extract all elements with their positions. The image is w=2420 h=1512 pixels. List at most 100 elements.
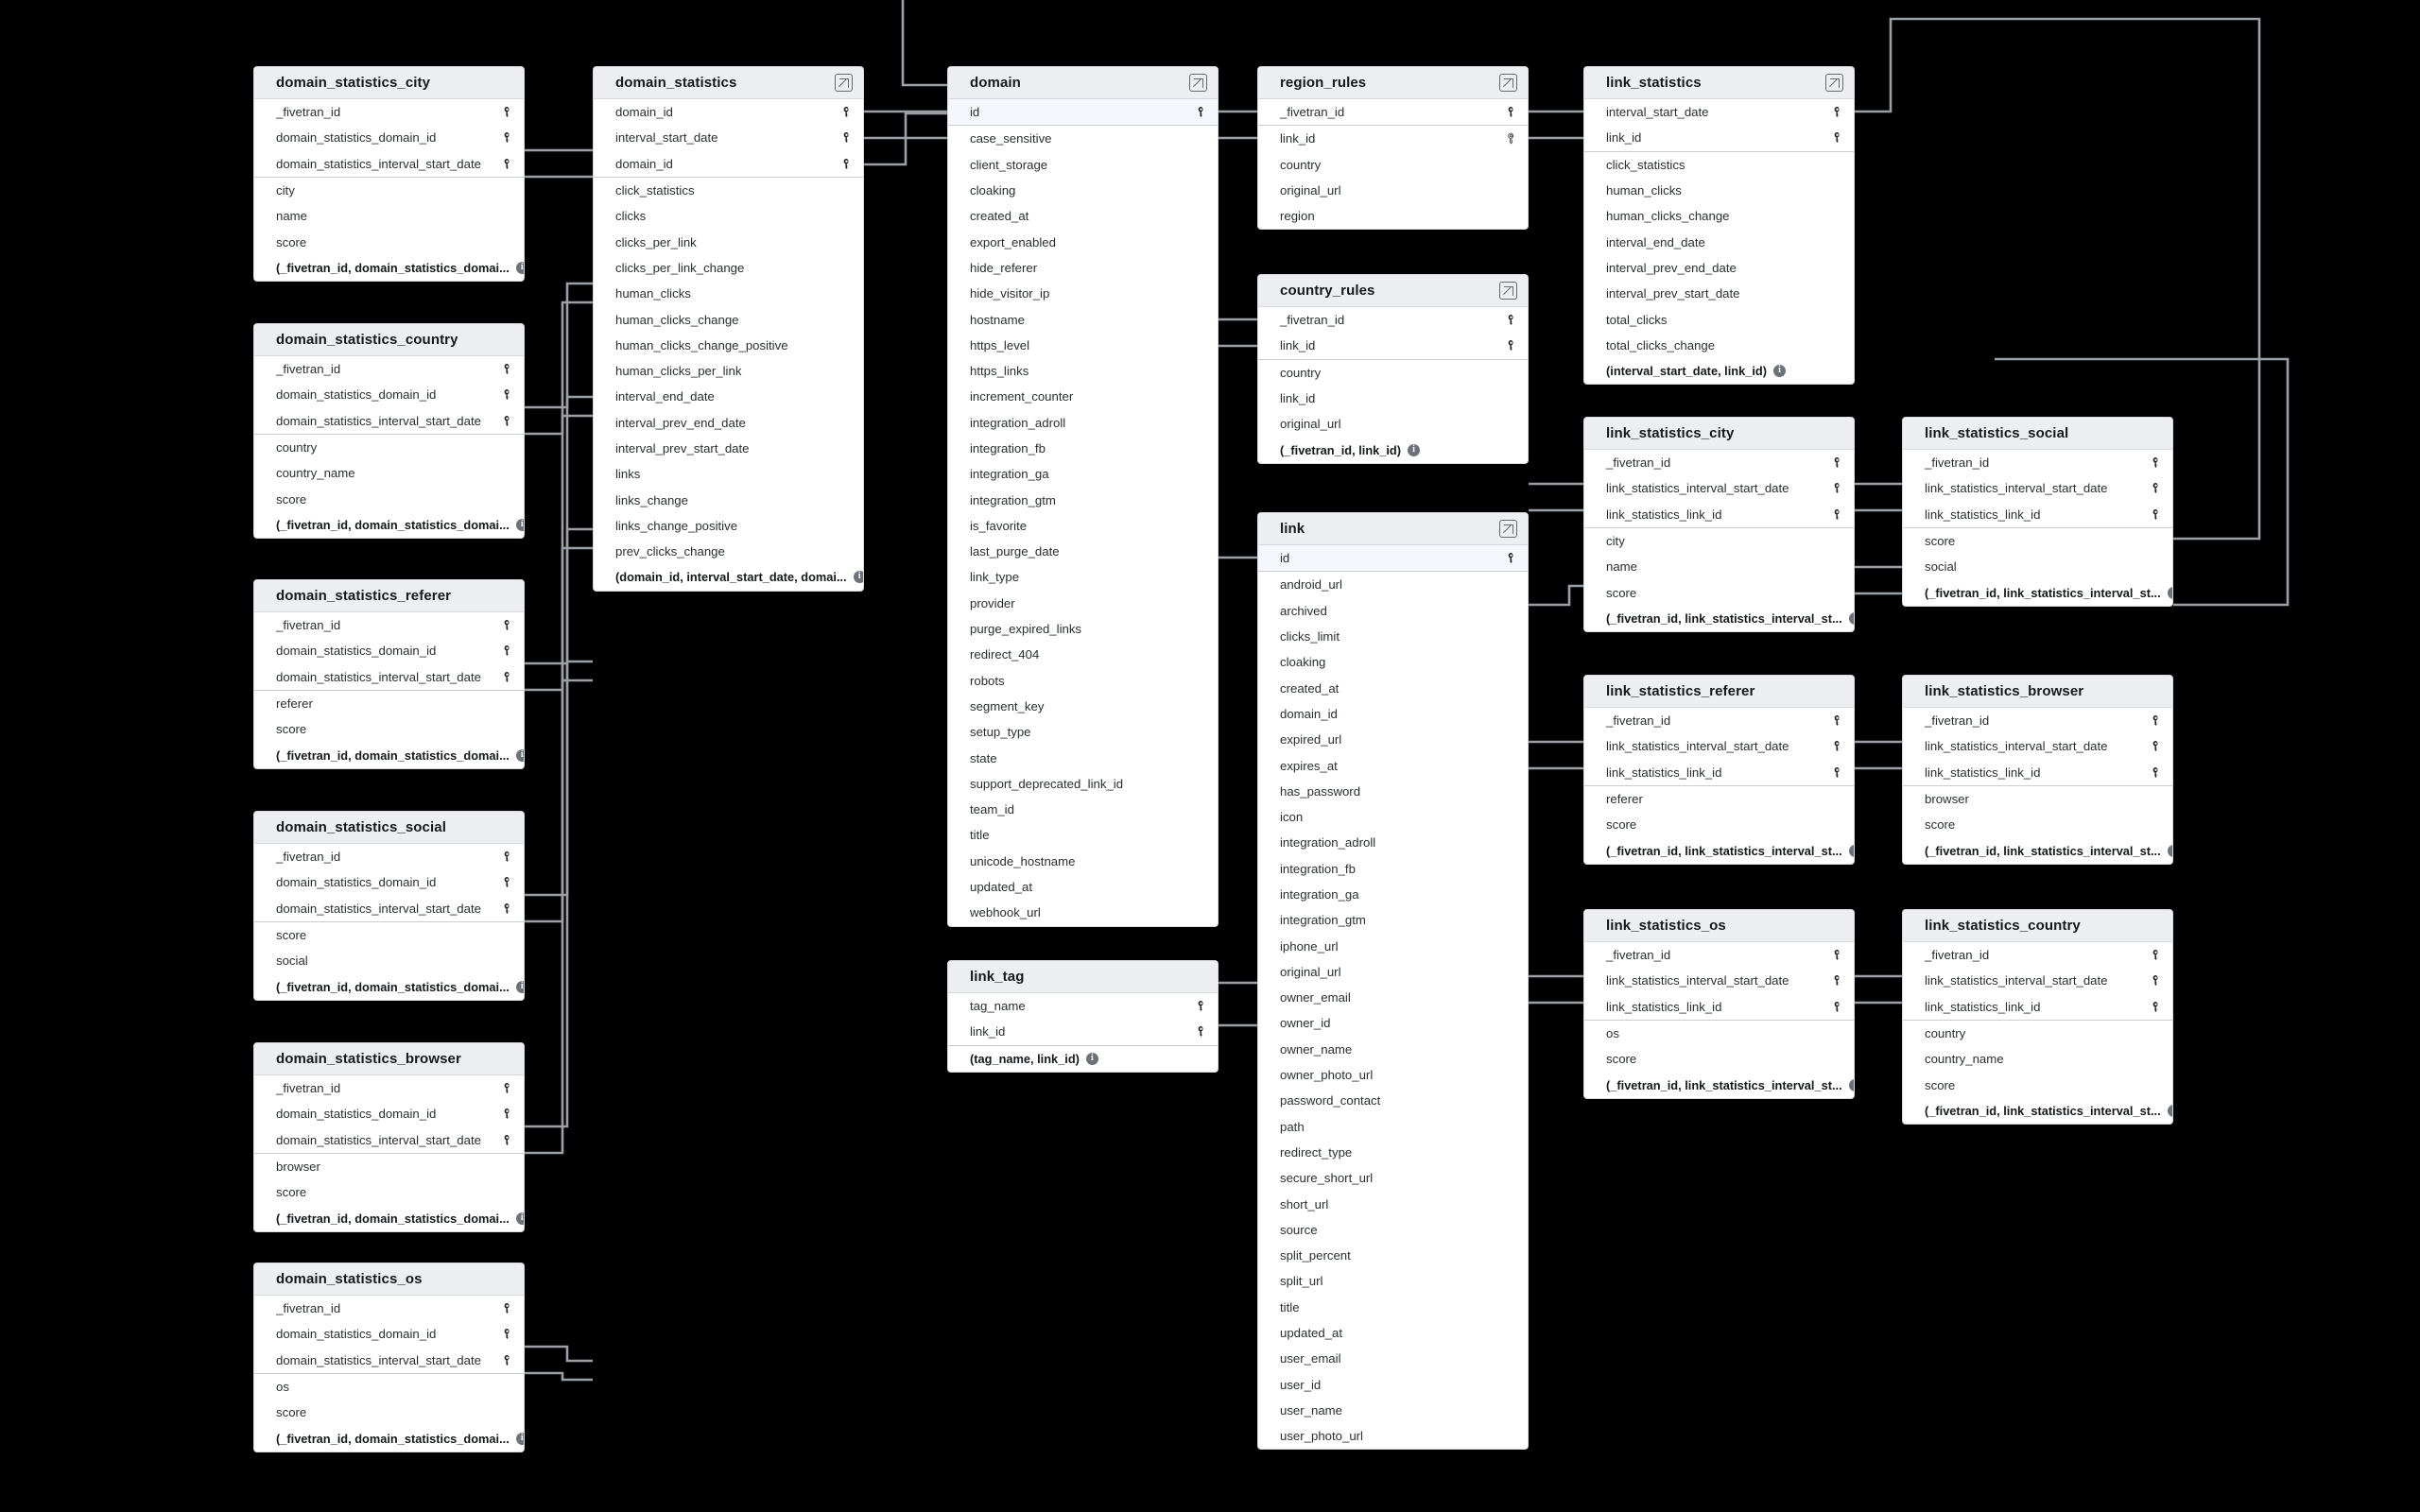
info-icon[interactable] xyxy=(853,570,863,584)
table-field-row[interactable]: country_name xyxy=(254,460,524,486)
table-field-row[interactable]: social xyxy=(1903,554,2172,579)
table-field-row[interactable]: icon xyxy=(1258,804,1528,830)
table-field-row[interactable]: link_statistics_interval_start_date xyxy=(1584,475,1854,501)
info-icon[interactable] xyxy=(515,261,524,274)
table-field-row[interactable]: has_password xyxy=(1258,779,1528,804)
table-field-row[interactable]: export_enabled xyxy=(948,229,1218,254)
table-field-row[interactable]: hostname xyxy=(948,306,1218,332)
erd-table-domain_statistics_social[interactable]: domain_statistics_social _fivetran_id dom… xyxy=(253,811,525,1001)
table-field-row[interactable]: domain_id xyxy=(594,99,863,125)
external-link-icon[interactable] xyxy=(1499,282,1517,300)
erd-table-link[interactable]: link id android_url archived clicks_limit cl… xyxy=(1257,512,1529,1451)
table-field-row[interactable]: android_url xyxy=(1258,572,1528,597)
table-field-row[interactable]: clicks_per_link xyxy=(594,229,863,254)
table-field-row[interactable]: expires_at xyxy=(1258,752,1528,778)
table-field-row[interactable]: score xyxy=(254,716,524,742)
table-field-row[interactable]: integration_ga xyxy=(948,461,1218,487)
erd-table-domain_statistics_referer[interactable]: domain_statistics_referer _fivetran_id do… xyxy=(253,579,525,769)
table-field-row[interactable]: _fivetran_id xyxy=(1584,942,1854,968)
table-field-row[interactable]: purge_expired_links xyxy=(948,616,1218,642)
external-link-icon[interactable] xyxy=(1499,520,1517,538)
table-field-row[interactable]: updated_at xyxy=(948,874,1218,900)
table-field-row[interactable]: updated_at xyxy=(1258,1320,1528,1346)
table-header[interactable]: domain_statistics_city xyxy=(254,67,524,99)
erd-table-country_rules[interactable]: country_rules _fivetran_id link_id country… xyxy=(1257,274,1529,464)
table-field-row[interactable]: cloaking xyxy=(1258,649,1528,675)
table-field-row[interactable]: domain_statistics_domain_id xyxy=(254,382,524,407)
table-field-row[interactable]: id xyxy=(948,99,1218,126)
table-field-row[interactable]: os xyxy=(1584,1021,1854,1046)
table-field-row[interactable]: last_purge_date xyxy=(948,539,1218,564)
info-icon[interactable] xyxy=(515,980,524,993)
table-field-row[interactable]: password_contact xyxy=(1258,1088,1528,1113)
table-index-row[interactable]: (tag_name, link_id) xyxy=(948,1046,1218,1072)
table-field-row[interactable]: link_statistics_interval_start_date xyxy=(1584,733,1854,759)
table-field-row[interactable]: owner_id xyxy=(1258,1010,1528,1036)
table-field-row[interactable]: links_change_positive xyxy=(594,513,863,539)
table-field-row[interactable]: _fivetran_id xyxy=(1584,450,1854,475)
info-icon[interactable] xyxy=(515,1432,524,1445)
table-field-row[interactable]: country xyxy=(1903,1021,2172,1046)
table-field-row[interactable]: score xyxy=(254,922,524,948)
table-field-row[interactable]: domain_id xyxy=(594,151,863,177)
table-field-row[interactable]: _fivetran_id xyxy=(254,844,524,869)
table-header[interactable]: region_rules xyxy=(1258,67,1528,99)
table-header[interactable]: link_tag xyxy=(948,961,1218,993)
table-index-row[interactable]: (interval_start_date, link_id) xyxy=(1584,358,1854,384)
table-header[interactable]: link_statistics_social xyxy=(1903,418,2172,450)
table-field-row[interactable]: click_statistics xyxy=(1584,152,1854,178)
table-field-row[interactable]: referer xyxy=(1584,786,1854,812)
external-link-icon[interactable] xyxy=(1189,74,1207,92)
external-link-icon[interactable] xyxy=(1499,74,1517,92)
table-field-row[interactable]: browser xyxy=(1903,786,2172,812)
table-field-row[interactable]: country_name xyxy=(1903,1046,2172,1072)
table-index-row[interactable]: (_fivetran_id, domain_statistics_domai..… xyxy=(254,742,524,767)
table-field-row[interactable]: domain_statistics_interval_start_date xyxy=(254,151,524,177)
table-field-row[interactable]: integration_gtm xyxy=(1258,907,1528,933)
table-field-row[interactable]: domain_statistics_domain_id xyxy=(254,869,524,895)
table-field-row[interactable]: link_statistics_link_id xyxy=(1584,760,1854,785)
table-field-row[interactable]: interval_end_date xyxy=(1584,229,1854,254)
table-field-row[interactable]: score xyxy=(254,229,524,254)
table-field-row[interactable]: is_favorite xyxy=(948,513,1218,539)
erd-table-link_statistics_browser[interactable]: link_statistics_browser _fivetran_id link… xyxy=(1902,675,2173,865)
table-field-row[interactable]: support_deprecated_link_id xyxy=(948,771,1218,797)
table-field-row[interactable]: secure_short_url xyxy=(1258,1165,1528,1191)
table-field-row[interactable]: link_statistics_interval_start_date xyxy=(1903,968,2172,993)
table-field-row[interactable]: integration_fb xyxy=(1258,856,1528,882)
table-field-row[interactable]: links xyxy=(594,461,863,487)
table-field-row[interactable]: user_photo_url xyxy=(1258,1423,1528,1449)
table-field-row[interactable]: _fivetran_id xyxy=(1903,942,2172,968)
table-field-row[interactable]: _fivetran_id xyxy=(1584,708,1854,733)
table-field-row[interactable]: title xyxy=(1258,1295,1528,1320)
table-header[interactable]: domain_statistics_os xyxy=(254,1263,524,1296)
table-field-row[interactable]: domain_statistics_domain_id xyxy=(254,125,524,150)
table-field-row[interactable]: score xyxy=(1903,812,2172,837)
table-field-row[interactable]: _fivetran_id xyxy=(1903,708,2172,733)
table-index-row[interactable]: (_fivetran_id, domain_statistics_domai..… xyxy=(254,1425,524,1451)
table-field-row[interactable]: link_id xyxy=(1258,386,1528,411)
table-field-row[interactable]: score xyxy=(254,1179,524,1205)
table-field-row[interactable]: referer xyxy=(254,691,524,716)
table-index-row[interactable]: (_fivetran_id, link_id) xyxy=(1258,437,1528,462)
info-icon[interactable] xyxy=(2167,1104,2172,1117)
table-field-row[interactable]: provider xyxy=(948,591,1218,616)
erd-table-domain_statistics[interactable]: domain_statistics domain_id interval_star… xyxy=(593,66,864,592)
table-index-row[interactable]: (domain_id, interval_start_date, domai..… xyxy=(594,564,863,590)
table-index-row[interactable]: (_fivetran_id, link_statistics_interval_… xyxy=(1584,1072,1854,1097)
table-field-row[interactable]: created_at xyxy=(1258,675,1528,700)
table-index-row[interactable]: (_fivetran_id, domain_statistics_domai..… xyxy=(254,973,524,999)
table-field-row[interactable]: total_clicks xyxy=(1584,306,1854,332)
table-header[interactable]: link_statistics_country xyxy=(1903,910,2172,942)
info-icon[interactable] xyxy=(1085,1052,1098,1065)
info-icon[interactable] xyxy=(1848,611,1854,625)
table-field-row[interactable]: archived xyxy=(1258,598,1528,624)
table-field-row[interactable]: human_clicks_change xyxy=(594,306,863,332)
erd-table-domain_statistics_city[interactable]: domain_statistics_city _fivetran_id domai… xyxy=(253,66,525,283)
table-field-row[interactable]: interval_prev_start_date xyxy=(594,436,863,461)
table-field-row[interactable]: country xyxy=(1258,360,1528,386)
table-field-row[interactable]: interval_start_date xyxy=(1584,99,1854,125)
table-field-row[interactable]: client_storage xyxy=(948,152,1218,178)
table-field-row[interactable]: _fivetran_id xyxy=(1258,307,1528,333)
table-field-row[interactable]: hide_referer xyxy=(948,255,1218,281)
